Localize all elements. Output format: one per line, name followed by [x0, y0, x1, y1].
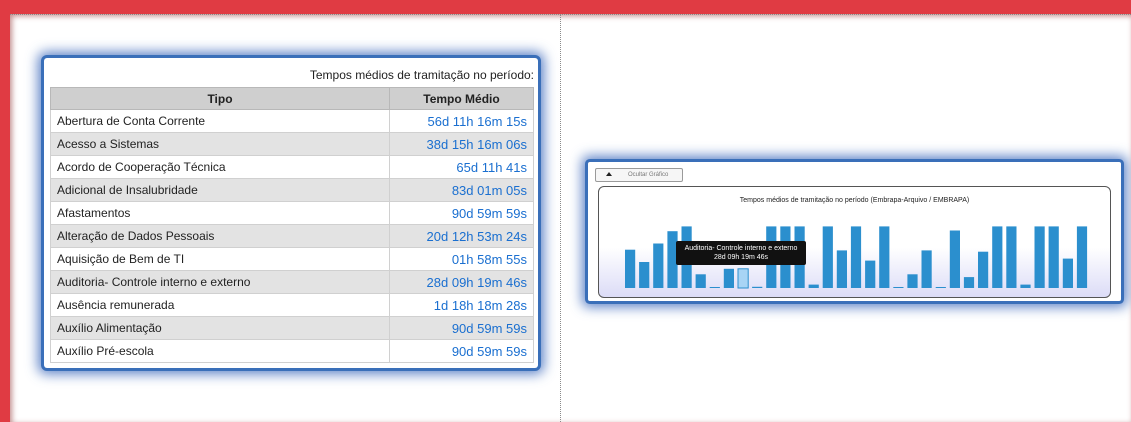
chart-container: Tempos médios de tramitação no período (… — [598, 186, 1111, 298]
row-tempo-medio: 90d 59m 59s — [389, 339, 534, 363]
chart-bar[interactable] — [865, 260, 876, 288]
triangle-up-icon — [606, 172, 612, 176]
column-divider — [560, 14, 561, 422]
row-tempo-medio: 90d 59m 59s — [389, 316, 534, 340]
chart-tooltip: Auditoria- Controle interno e externo 28… — [676, 241, 806, 265]
row-tipo: Auditoria- Controle interno e externo — [50, 270, 390, 294]
chart-bar[interactable] — [1062, 258, 1073, 288]
table-row[interactable]: Abertura de Conta Corrente 56d 11h 16m 15… — [50, 109, 534, 133]
chart-bar[interactable] — [1020, 284, 1031, 288]
tooltip-title: Auditoria- Controle interno e externo — [684, 245, 798, 252]
chart-bar[interactable] — [653, 243, 664, 289]
chart-bar[interactable] — [1006, 226, 1017, 288]
chart-bar[interactable] — [879, 226, 890, 288]
chart-bar[interactable] — [737, 268, 749, 289]
chart-panel: Ocultar Gráfico Tempos médios de tramita… — [588, 162, 1121, 301]
table-row[interactable]: Acordo de Cooperação Técnica 65d 11h 41s — [50, 155, 534, 179]
hide-chart-label: Ocultar Gráfico — [628, 172, 669, 178]
row-tipo: Alteração de Dados Pessoais — [50, 224, 390, 248]
tooltip-value: 28d 09h 19m 46s — [713, 254, 769, 261]
chart-bar[interactable] — [935, 287, 946, 288]
tramitation-table-panel: Tempos médios de tramitação no período: … — [44, 58, 538, 368]
row-tempo-medio: 83d 01m 05s — [389, 178, 534, 202]
row-tempo-medio: 38d 15h 16m 06s — [389, 132, 534, 156]
table-row[interactable]: Alteração de Dados Pessoais 20d 12h 53m 2… — [50, 224, 534, 248]
row-tempo-medio: 90d 59m 59s — [389, 201, 534, 225]
chart-bar[interactable] — [695, 274, 706, 288]
chart-bar[interactable] — [1034, 226, 1045, 288]
chart-bar[interactable] — [639, 262, 650, 288]
row-tipo: Auxílio Pré-escola — [50, 339, 390, 363]
chart-bar[interactable] — [808, 284, 819, 288]
row-tempo-medio: 20d 12h 53m 24s — [389, 224, 534, 248]
table-row[interactable]: Acesso a Sistemas 38d 15h 16m 06s — [50, 132, 534, 156]
chart-bar[interactable] — [978, 251, 989, 288]
chart-bar[interactable] — [1076, 226, 1088, 288]
row-tipo: Abertura de Conta Corrente — [50, 109, 390, 133]
table-caption: Tempos médios de tramitação no período: — [309, 68, 534, 82]
chart-bar[interactable] — [963, 277, 975, 288]
table-row[interactable]: Auxílio Pré-escola 90d 59m 59s — [50, 339, 534, 363]
row-tempo-medio: 56d 11h 16m 15s — [389, 109, 534, 133]
row-tipo: Auxílio Alimentação — [50, 316, 390, 340]
chart-bar[interactable] — [625, 249, 636, 288]
header-tipo[interactable]: Tipo — [50, 87, 390, 110]
row-tipo: Aquisição de Bem de TI — [50, 247, 390, 271]
chart-bar[interactable] — [949, 230, 960, 289]
chart-bar[interactable] — [921, 250, 932, 288]
chart-bar[interactable] — [723, 268, 734, 288]
chart-bar[interactable] — [836, 250, 847, 288]
chart-bar[interactable] — [907, 274, 918, 288]
table-row[interactable]: Auditoria- Controle interno e externo 28d… — [50, 270, 534, 294]
chart-bar[interactable] — [752, 286, 763, 288]
table-header-row: Tipo Tempo Médio — [50, 87, 534, 110]
table-row[interactable]: Adicional de Insalubridade 83d 01m 05s — [50, 178, 534, 202]
row-tipo: Acesso a Sistemas — [50, 132, 390, 156]
chart-bar[interactable] — [709, 287, 720, 288]
row-tempo-medio: 01h 58m 55s — [389, 247, 534, 271]
row-tipo: Acordo de Cooperação Técnica — [50, 155, 390, 179]
top-divider — [10, 14, 1131, 15]
chart-bar[interactable] — [1048, 226, 1059, 288]
hide-chart-button[interactable]: Ocultar Gráfico — [595, 168, 683, 182]
tramitation-table: Tipo Tempo Médio Abertura de Conta Corre… — [50, 87, 534, 363]
table-row[interactable]: Aquisição de Bem de TI 01h 58m 55s — [50, 247, 534, 271]
table-row[interactable]: Ausência remunerada 1d 18h 18m 28s — [50, 293, 534, 317]
row-tipo: Afastamentos — [50, 201, 390, 225]
table-row[interactable]: Auxílio Alimentação 90d 59m 59s — [50, 316, 534, 340]
chart-bar[interactable] — [822, 226, 833, 288]
row-tempo-medio: 65d 11h 41s — [389, 155, 534, 179]
chart-bar[interactable] — [850, 226, 862, 288]
header-tempo-medio[interactable]: Tempo Médio — [389, 87, 534, 110]
row-tempo-medio: 28d 09h 19m 46s — [389, 270, 534, 294]
row-tipo: Adicional de Insalubridade — [50, 178, 390, 202]
row-tempo-medio: 1d 18h 18m 28s — [389, 293, 534, 317]
chart-bar[interactable] — [992, 226, 1003, 288]
table-row[interactable]: Afastamentos 90d 59m 59s — [50, 201, 534, 225]
row-tipo: Ausência remunerada — [50, 293, 390, 317]
chart-bar[interactable] — [893, 287, 904, 288]
